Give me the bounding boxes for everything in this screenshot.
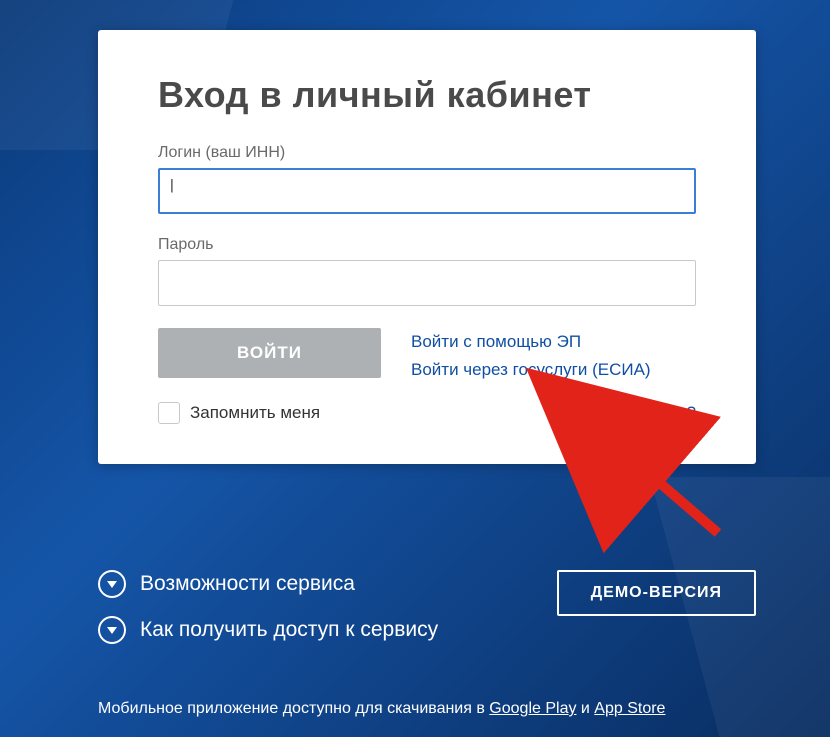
login-label: Логин (ваш ИНН) [158,144,696,162]
mobile-prefix: Мобильное приложение доступно для скачив… [98,700,489,717]
password-input[interactable] [158,260,696,306]
chevron-down-icon [98,570,126,598]
forgot-password-link[interactable]: Забыли пароль? [565,403,696,423]
remember-checkbox[interactable] [158,402,180,424]
text-cursor: | [168,178,176,193]
how-access-label: Как получить доступ к сервису [140,618,438,642]
demo-button[interactable]: ДЕМО-ВЕРСИЯ [557,570,756,616]
app-store-link[interactable]: App Store [594,700,665,717]
page-title: Вход в личный кабинет [158,74,696,116]
remember-row: Запомнить меня Забыли пароль? [158,402,696,424]
chevron-down-icon [98,616,126,644]
password-field-group: Пароль [158,236,696,306]
mobile-app-line: Мобильное приложение доступно для скачив… [98,700,778,718]
login-ep-link[interactable]: Войти с помощью ЭП [411,332,651,352]
google-play-link[interactable]: Google Play [489,700,576,717]
login-button[interactable]: ВОЙТИ [158,328,381,378]
login-input[interactable] [158,168,696,214]
alt-login-links: Войти с помощью ЭП Войти через госуслуги… [411,328,651,380]
login-esia-link[interactable]: Войти через госуслуги (ЕСИА) [411,360,651,380]
password-label: Пароль [158,236,696,254]
login-field-group: Логин (ваш ИНН) | [158,144,696,214]
action-row: ВОЙТИ Войти с помощью ЭП Войти через гос… [158,328,696,380]
expand-service-features[interactable]: Возможности сервиса [98,570,355,598]
service-features-label: Возможности сервиса [140,572,355,596]
mobile-sep: и [576,700,594,717]
below-card-section: Возможности сервиса ДЕМО-ВЕРСИЯ Как полу… [98,570,756,662]
login-card: Вход в личный кабинет Логин (ваш ИНН) | … [98,30,756,464]
remember-label: Запомнить меня [190,403,320,423]
expand-how-access[interactable]: Как получить доступ к сервису [98,616,756,644]
